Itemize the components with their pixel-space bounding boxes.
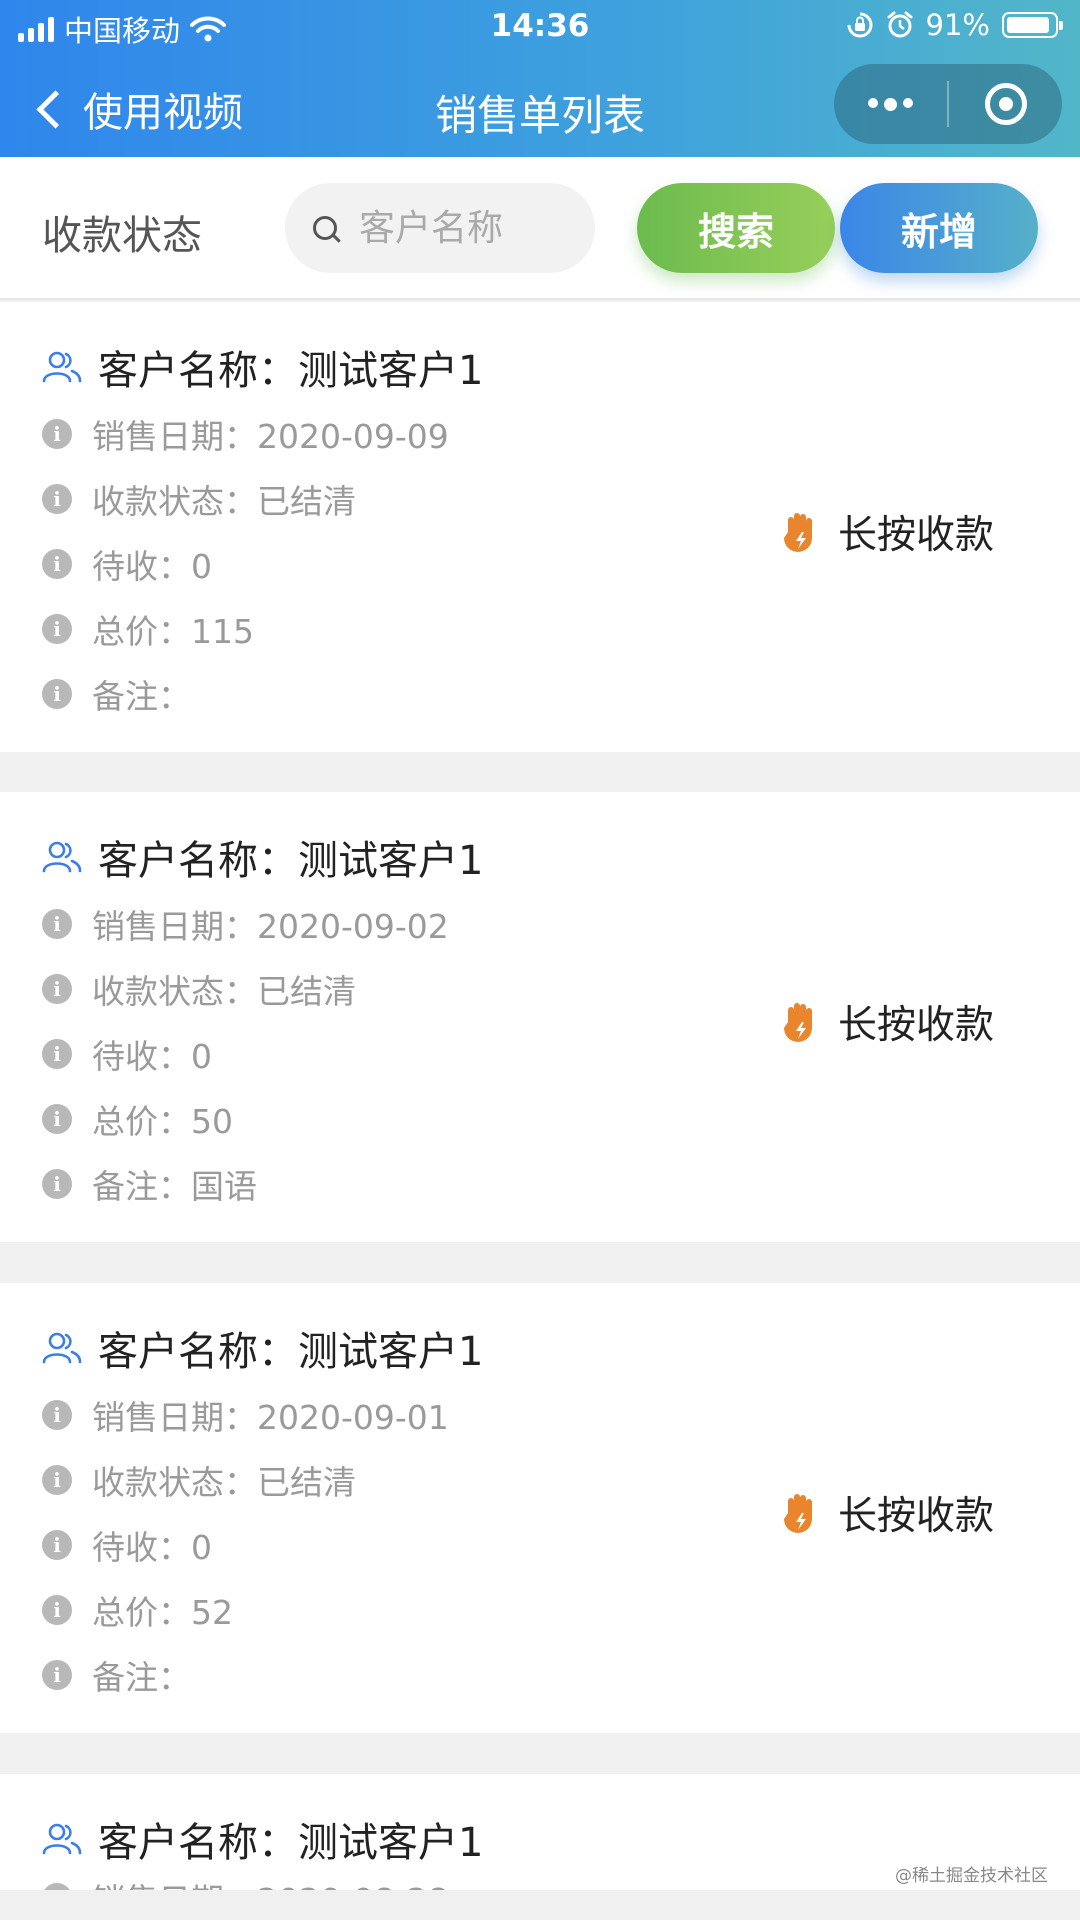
- info-icon: i: [42, 419, 72, 449]
- filter-bar: 收款状态 搜索 新增: [0, 157, 1080, 300]
- status-right: 91%: [846, 8, 1063, 42]
- payment-status-filter[interactable]: 收款状态: [42, 203, 202, 261]
- pending-amount: 待收：0: [92, 547, 212, 586]
- total-row: i 总价：115: [42, 605, 254, 653]
- info-icon: i: [42, 484, 72, 514]
- customers-icon: [42, 1823, 82, 1855]
- search-icon: [313, 216, 337, 240]
- collect-label: 长按收款: [838, 1494, 995, 1539]
- pending-row: i 待收：0: [42, 1521, 212, 1569]
- sale-date-row: i 销售日期：2020-09-02: [42, 900, 449, 948]
- customer-row: 客户名称：测试客户1: [42, 1810, 483, 1868]
- info-icon: i: [42, 1660, 72, 1690]
- customer-name: 客户名称：测试客户1: [98, 1329, 484, 1375]
- payment-status: 收款状态：已结清: [92, 1463, 356, 1502]
- customer-name: 客户名称：测试客户1: [98, 348, 484, 394]
- long-press-collect-button[interactable]: 长按收款: [780, 504, 994, 560]
- customers-icon: [42, 351, 82, 383]
- hand-icon: [784, 1003, 812, 1042]
- payment-status: 收款状态：已结清: [92, 482, 356, 521]
- battery-icon: [1002, 12, 1063, 38]
- pending-row: i 待收：0: [42, 1030, 212, 1078]
- more-button[interactable]: [834, 64, 947, 144]
- info-icon: i: [42, 1400, 72, 1430]
- long-press-collect-button[interactable]: 长按收款: [780, 994, 994, 1050]
- info-icon: i: [42, 1104, 72, 1134]
- remark-row: i 备注：国语: [42, 1160, 257, 1208]
- search-input[interactable]: [357, 206, 581, 250]
- order-card[interactable]: 客户名称：测试客户1 i 销售日期：2020-09-09 i 收款状态：已结清 …: [0, 302, 1080, 752]
- payment-status-row: i 收款状态：已结清: [42, 475, 356, 523]
- customer-row: 客户名称：测试客户1: [42, 1319, 483, 1377]
- sale-date: 销售日期：2020-09-02: [92, 907, 449, 946]
- pending-amount: 待收：0: [92, 1037, 212, 1076]
- nav-bar: 使用视频 销售单列表: [0, 54, 1080, 157]
- sale-date-row: i 销售日期：2020-09-01: [42, 1391, 449, 1439]
- sale-date-row: i 销售日期：2020-08-28: [42, 1874, 449, 1890]
- total-row: i 总价：52: [42, 1586, 233, 1634]
- pending-row: i 待收：0: [42, 540, 212, 588]
- customer-row: 客户名称：测试客户1: [42, 338, 483, 396]
- battery-fill: [1007, 17, 1049, 33]
- total-price: 总价：115: [92, 612, 254, 651]
- total-price: 总价：50: [92, 1102, 233, 1141]
- rotation-lock-icon: [847, 12, 872, 38]
- customer-name: 客户名称：测试客户1: [98, 838, 484, 884]
- customer-row: 客户名称：测试客户1: [42, 828, 483, 886]
- info-icon: i: [42, 974, 72, 1004]
- alarm-icon: [887, 11, 913, 38]
- remark-row: i 备注：: [42, 670, 191, 718]
- info-icon: i: [42, 1595, 72, 1625]
- info-icon: i: [42, 549, 72, 579]
- target-icon: [984, 83, 1027, 125]
- collect-label: 长按收款: [838, 1003, 995, 1048]
- total-row: i 总价：50: [42, 1095, 233, 1143]
- status-bar: 中国移动 14:36 91%: [0, 0, 1080, 54]
- collect-label: 长按收款: [838, 513, 995, 558]
- search-button[interactable]: 搜索: [637, 183, 835, 273]
- total-price: 总价：52: [92, 1593, 233, 1632]
- order-card[interactable]: 客户名称：测试客户1 i 销售日期：2020-09-01 i 收款状态：已结清 …: [0, 1283, 1080, 1733]
- info-icon: i: [42, 614, 72, 644]
- customers-icon: [42, 841, 82, 873]
- payment-status-row: i 收款状态：已结清: [42, 965, 356, 1013]
- customer-name: 客户名称：测试客户1: [98, 1820, 484, 1866]
- hand-icon: [784, 1494, 812, 1533]
- remark: 备注：国语: [92, 1167, 257, 1206]
- remark-row: i 备注：: [42, 1651, 191, 1699]
- info-icon: i: [42, 1530, 72, 1560]
- info-icon: i: [42, 1465, 72, 1495]
- info-icon: i: [42, 1883, 72, 1890]
- customers-icon: [42, 1332, 82, 1364]
- sale-date-row: i 销售日期：2020-09-09: [42, 410, 449, 458]
- hand-icon: [784, 513, 812, 552]
- battery-percent: 91%: [925, 8, 990, 42]
- long-press-collect-button[interactable]: 长按收款: [780, 1485, 994, 1541]
- info-icon: i: [42, 1039, 72, 1069]
- info-icon: i: [42, 679, 72, 709]
- remark: 备注：: [92, 1658, 191, 1697]
- info-icon: i: [42, 1169, 72, 1199]
- close-miniprogram-button[interactable]: [949, 64, 1062, 144]
- more-dots-icon: [868, 97, 913, 111]
- info-icon: i: [42, 909, 72, 939]
- sale-date: 销售日期：2020-09-09: [92, 417, 449, 456]
- watermark: @稀土掘金技术社区: [895, 1866, 1048, 1886]
- sale-date: 销售日期：2020-09-01: [92, 1398, 449, 1437]
- payment-status-row: i 收款状态：已结清: [42, 1456, 356, 1504]
- order-card[interactable]: 客户名称：测试客户1 i 销售日期：2020-09-02 i 收款状态：已结清 …: [0, 792, 1080, 1242]
- miniprogram-capsule: [834, 64, 1062, 144]
- header: 中国移动 14:36 91% 使用视频 销售单列表: [0, 0, 1080, 157]
- add-button[interactable]: 新增: [840, 183, 1038, 273]
- payment-status: 收款状态：已结清: [92, 972, 356, 1011]
- remark: 备注：: [92, 677, 191, 716]
- pending-amount: 待收：0: [92, 1528, 212, 1567]
- sale-date: 销售日期：2020-08-28: [92, 1874, 449, 1890]
- search-box[interactable]: [285, 183, 595, 273]
